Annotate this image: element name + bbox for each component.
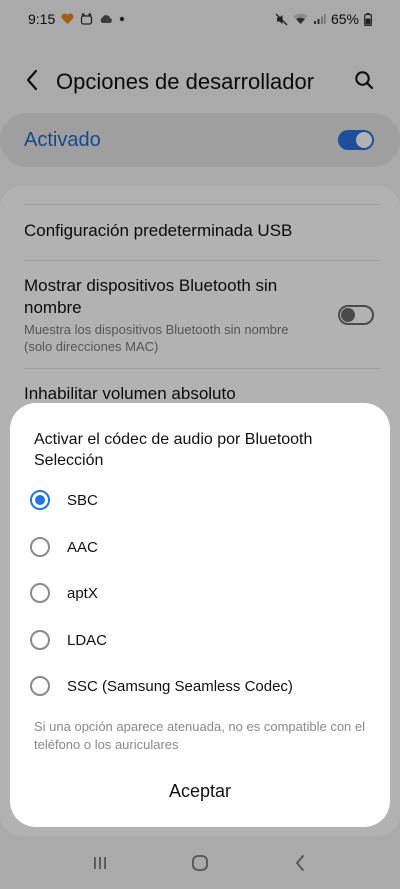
option-label: aptX	[67, 584, 98, 602]
option-sbc[interactable]: SBC	[30, 482, 370, 518]
option-aptx[interactable]: aptX	[30, 575, 370, 611]
option-label: SSC (Samsung Seamless Codec)	[67, 677, 293, 695]
bluetooth-codec-dialog: Activar el códec de audio por Bluetooth …	[10, 403, 390, 827]
dialog-note: Si una opción aparece atenuada, no es co…	[34, 719, 366, 752]
dialog-title: Activar el códec de audio por Bluetooth …	[34, 431, 313, 469]
radio-aptx[interactable]	[30, 583, 50, 603]
option-ldac[interactable]: LDAC	[30, 622, 370, 658]
accept-button[interactable]: Aceptar	[120, 771, 280, 811]
radio-aac[interactable]	[30, 537, 50, 557]
option-ssc[interactable]: SSC (Samsung Seamless Codec)	[30, 668, 370, 704]
option-label: LDAC	[67, 631, 108, 649]
radio-ssc[interactable]	[30, 676, 50, 696]
option-aac[interactable]: AAC	[30, 529, 370, 565]
option-label: AAC	[67, 538, 98, 556]
option-label: SBC	[67, 491, 98, 509]
radio-ldac[interactable]	[30, 630, 50, 650]
radio-sbc[interactable]	[30, 490, 50, 510]
